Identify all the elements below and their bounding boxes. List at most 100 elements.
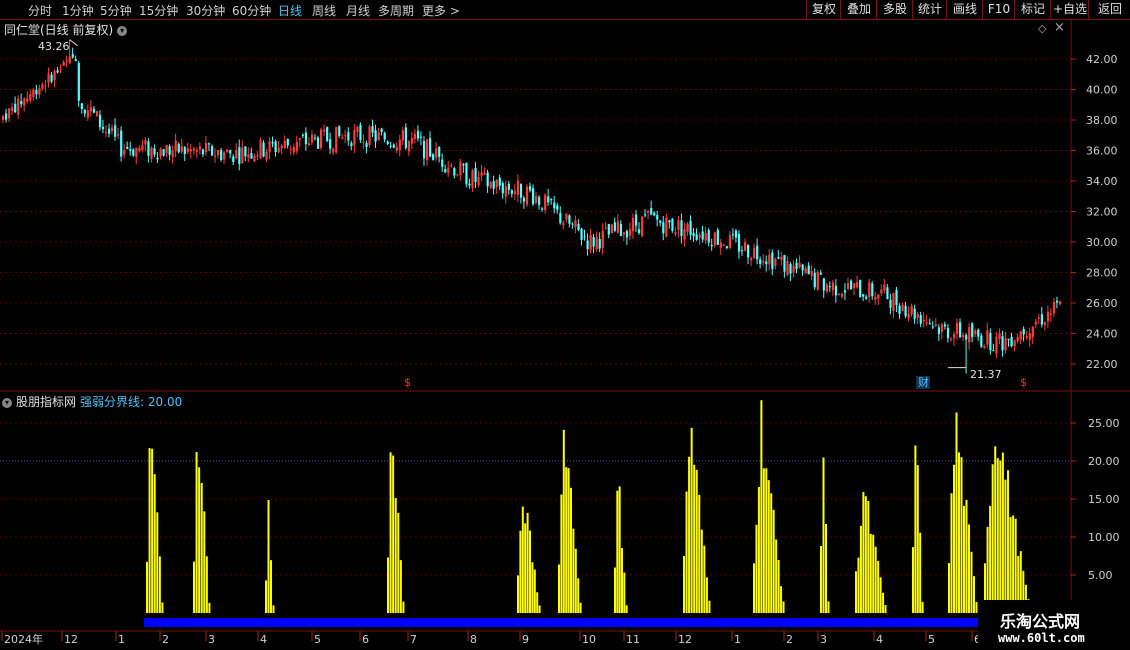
candle-body	[238, 147, 241, 164]
indicator-bar	[994, 446, 997, 613]
indicator-bar	[517, 575, 519, 613]
indicator-bar	[618, 486, 621, 613]
candle-body	[910, 305, 913, 315]
candle-body	[650, 208, 653, 215]
candle-body	[26, 98, 29, 102]
chevron-down-icon[interactable]: ▾	[117, 25, 128, 36]
toolbar-button-8[interactable]: 返回	[1088, 0, 1130, 19]
indicator-bar	[919, 532, 922, 613]
indicator-bar	[782, 601, 785, 613]
candle-body	[644, 214, 647, 216]
candle-body	[683, 229, 686, 240]
candle-body	[59, 68, 62, 70]
candle-body	[68, 56, 71, 64]
candle-body	[989, 333, 992, 351]
period-10[interactable]: 更多 >	[422, 2, 460, 19]
candle-body	[392, 144, 395, 148]
period-7[interactable]: 周线	[312, 2, 336, 19]
date-label: 12	[64, 633, 78, 646]
toolbar-button-6[interactable]: 标记	[1014, 0, 1051, 19]
toolbar-button-2[interactable]: 多股	[876, 0, 913, 19]
date-label: 1	[734, 633, 741, 646]
price-grid	[0, 58, 1071, 365]
candle-body	[822, 278, 825, 291]
indicator-bar	[820, 545, 822, 613]
price-axis: 42.00 40.00 38.00 36.00 34.00 32.00 30.00 28.00…	[1071, 53, 1118, 371]
toolbar-button-7[interactable]: +自选	[1050, 0, 1089, 19]
candle-body	[1052, 301, 1056, 314]
low-price-label: 21.37	[970, 368, 1002, 381]
candle-body	[722, 244, 725, 246]
indicator-bar	[1004, 479, 1007, 613]
indicator-bar	[562, 429, 565, 613]
diamond-icon[interactable]: ◇	[1038, 22, 1046, 35]
candle-body	[111, 127, 114, 131]
indicator-bar	[195, 452, 198, 613]
candle-body	[801, 264, 804, 271]
indicator-grid	[0, 422, 1071, 576]
indicator-bar	[914, 445, 917, 613]
chevron-down-icon[interactable]: ▾	[2, 397, 12, 408]
candle-body	[253, 155, 256, 162]
candle-body	[728, 234, 732, 248]
candle-body	[725, 246, 729, 248]
indicator-bar	[991, 464, 994, 613]
period-3[interactable]: 15分钟	[139, 2, 178, 19]
period-1[interactable]: 1分钟	[62, 2, 94, 19]
candle-body	[150, 147, 153, 159]
indicator-bar	[565, 467, 568, 613]
indicator-axis: 25.00 20.00 15.00 10.00 5.00	[1071, 417, 1120, 582]
candle-body	[544, 194, 547, 211]
indicator-bar	[531, 562, 534, 613]
candle-body	[701, 231, 704, 240]
indicator-title[interactable]: ▾ 股朋指标网 强弱分界线: 20.00	[2, 393, 182, 410]
candle-body	[256, 155, 259, 157]
candle-body	[1055, 300, 1059, 303]
indicator-bar	[953, 464, 955, 613]
kline-chart[interactable]: 42.00 40.00 38.00 36.00 34.00 32.00 30.00 28.00…	[0, 19, 1130, 650]
period-8[interactable]: 月线	[346, 2, 370, 19]
indicator-bar	[614, 567, 616, 613]
date-label: 3	[208, 633, 215, 646]
candle-body	[665, 217, 668, 237]
toolbar-button-5[interactable]: F10	[982, 0, 1015, 19]
candle-body	[171, 150, 174, 157]
price-tick-label: 28.00	[1086, 267, 1118, 280]
toolbar-button-3[interactable]: 统计	[912, 0, 947, 19]
high-price-label: 43.26	[38, 40, 70, 53]
candle-body	[474, 167, 477, 182]
close-icon[interactable]: ×	[1054, 20, 1065, 35]
indicator-bar	[859, 525, 862, 613]
candle-body	[47, 73, 50, 83]
period-0[interactable]: 分时	[28, 2, 52, 19]
indicator-bar	[973, 576, 975, 613]
period-6[interactable]: 日线	[278, 2, 302, 19]
candle-body	[550, 199, 553, 201]
candle-body	[740, 250, 744, 252]
indicator-bar	[921, 601, 924, 613]
indicator-bar	[862, 492, 865, 613]
date-label: 6	[362, 633, 369, 646]
candle-body	[101, 126, 105, 130]
date-label: 12	[678, 633, 692, 646]
candle-body	[1049, 313, 1053, 315]
toolbar-button-4[interactable]: 画线	[946, 0, 983, 19]
candle-body	[965, 335, 968, 340]
period-2[interactable]: 5分钟	[100, 2, 132, 19]
toolbar-button-1[interactable]: 叠加	[840, 0, 877, 19]
period-9[interactable]: 多周期	[378, 2, 414, 19]
candle-body	[114, 125, 117, 137]
candle-body	[174, 140, 177, 152]
candle-body	[686, 223, 689, 232]
period-5[interactable]: 60分钟	[232, 2, 271, 19]
indicator-bar	[950, 493, 953, 613]
candle-body	[1043, 322, 1047, 326]
candle-body	[541, 208, 544, 210]
stock-title[interactable]: 同仁堂(日线 前复权) ▾	[4, 21, 128, 38]
candle-body	[519, 183, 523, 198]
candle-body	[959, 322, 962, 338]
candle-body	[1001, 335, 1004, 351]
toolbar-button-0[interactable]: 复权	[806, 0, 841, 19]
candle-body	[589, 234, 592, 250]
period-4[interactable]: 30分钟	[186, 2, 225, 19]
